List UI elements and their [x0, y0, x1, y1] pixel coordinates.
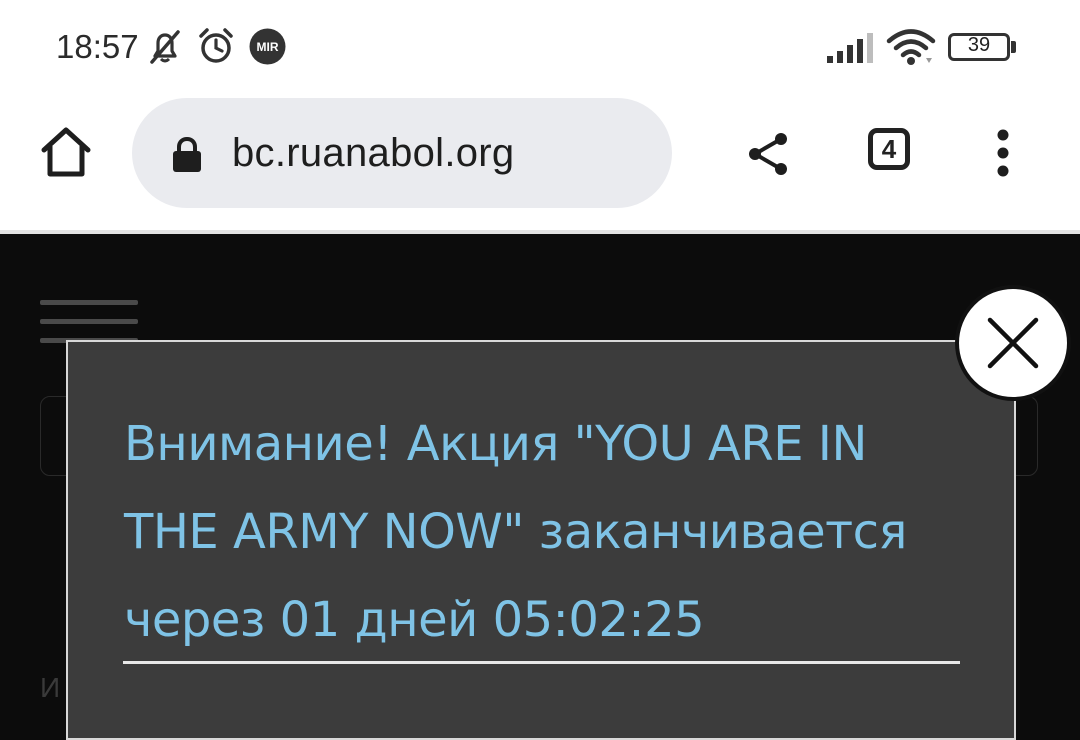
hamburger-line — [40, 300, 138, 305]
home-icon[interactable] — [38, 125, 94, 179]
promo-countdown: через 01 дней 05:02:25 — [124, 592, 705, 648]
bell-off-icon — [150, 30, 180, 64]
status-time: 18:57 — [56, 28, 139, 65]
battery-tip — [1011, 41, 1016, 53]
background-text: И — [40, 672, 61, 703]
alarm-icon — [199, 28, 233, 63]
browser-toolbar: bc.ruanabol.org 4 — [0, 95, 1080, 230]
share-icon[interactable] — [744, 130, 792, 178]
promo-line-2: THE ARMY NOW" заканчивается — [124, 504, 907, 560]
url-text: bc.ruanabol.org — [232, 131, 515, 175]
mir-label: MIR — [257, 40, 279, 54]
battery-icon: 39 — [948, 33, 1010, 61]
lock-icon — [173, 136, 201, 172]
promo-line-1: Внимание! Акция "YOU ARE IN — [124, 416, 867, 472]
modal-divider — [123, 661, 960, 664]
promo-message: Внимание! Акция "YOU ARE IN THE ARMY NOW… — [124, 400, 944, 664]
close-icon — [987, 317, 1039, 369]
battery-level: 39 — [967, 34, 991, 56]
promo-modal: Внимание! Акция "YOU ARE IN THE ARMY NOW… — [66, 340, 1016, 740]
url-bar[interactable]: bc.ruanabol.org — [132, 98, 672, 208]
status-bar: 18:57 MIR 39 — [0, 0, 1080, 95]
tab-switcher-button[interactable]: 4 — [868, 128, 910, 170]
wifi-icon — [886, 29, 936, 65]
hamburger-menu[interactable] — [40, 300, 138, 344]
signal-icon — [827, 33, 873, 63]
close-modal-button[interactable] — [955, 285, 1071, 401]
menu-dots-icon[interactable] — [990, 128, 1016, 178]
mir-icon: MIR — [249, 28, 286, 65]
hamburger-line — [40, 319, 138, 324]
